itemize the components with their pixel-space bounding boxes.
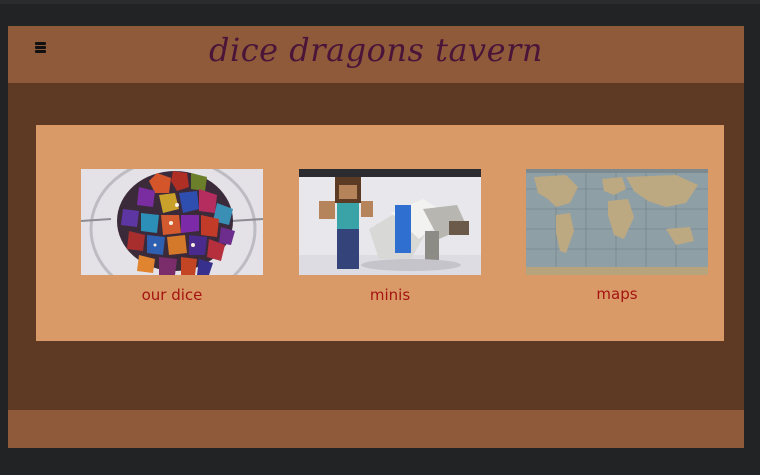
caption-minis[interactable]: minis: [299, 286, 481, 304]
gallery-card-dice[interactable]: our dice: [81, 169, 263, 319]
gallery-panel: our dice minis maps: [36, 125, 724, 341]
page: dice dragons tavern our dice minis maps: [8, 26, 744, 448]
caption-maps[interactable]: maps: [526, 285, 708, 303]
caption-our-dice[interactable]: our dice: [81, 286, 263, 304]
site-title[interactable]: dice dragons tavern: [8, 28, 744, 72]
browser-top-strip: [0, 0, 760, 4]
site-header: dice dragons tavern: [8, 26, 744, 83]
minis-photo[interactable]: [299, 169, 481, 275]
site-footer: [8, 410, 744, 448]
gallery-card-minis[interactable]: minis: [299, 169, 481, 319]
gallery-card-maps[interactable]: maps: [526, 169, 708, 319]
world-map-photo[interactable]: [526, 169, 708, 275]
dice-photo[interactable]: [81, 169, 263, 275]
